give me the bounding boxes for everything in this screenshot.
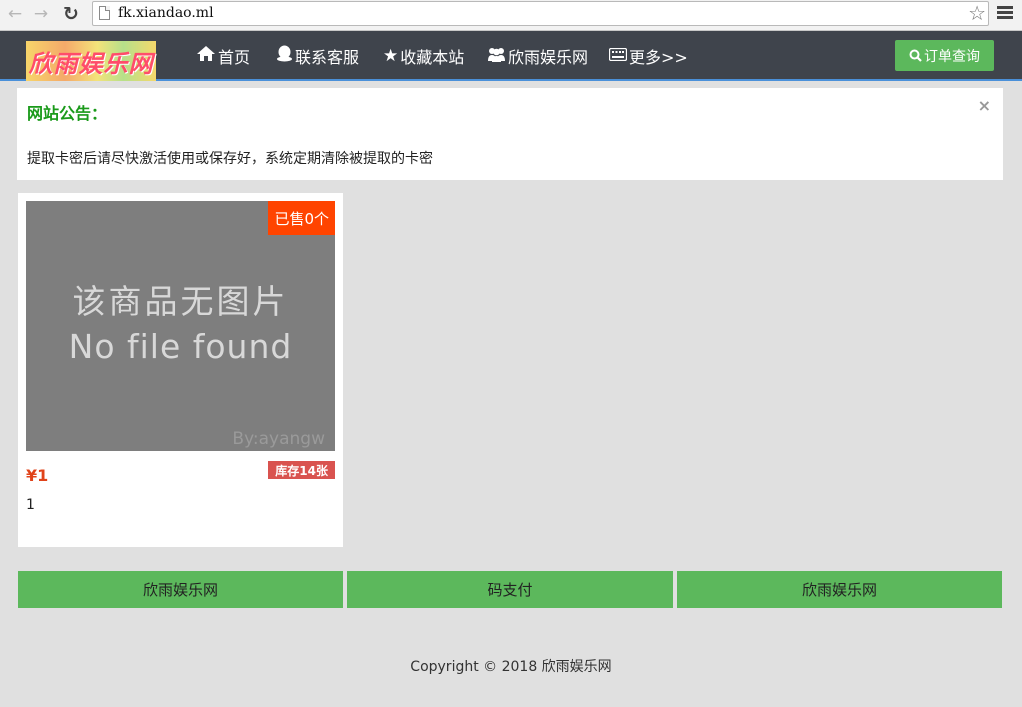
order-query-label: 订单查询 [924,48,980,65]
browser-menu-icon[interactable] [997,6,1013,20]
logo-text: 欣雨娱乐网 [28,48,154,78]
stock-badge: 库存14张 [268,461,335,479]
footer-link-site-1[interactable]: 欣雨娱乐网 [18,571,343,608]
site-logo[interactable]: 欣雨娱乐网 [26,41,156,81]
placeholder-text-en: No file found [68,327,293,366]
announcement-title: 网站公告： [27,104,108,123]
copyright-text: Copyright © 2018 欣雨娱乐网 [410,659,612,675]
footer-link-codepay[interactable]: 码支付 [347,571,673,608]
address-bar[interactable]: fk.xiandao.ml ☆ [92,1,989,26]
page-icon [99,6,110,20]
reload-icon[interactable]: ↻ [60,3,82,25]
star-icon: ★ [383,46,399,66]
nav-item-label: 更多>> [629,48,688,67]
users-icon [487,46,506,67]
product-card[interactable]: 该商品无图片 No file found By:ayangw 已售0个 ¥1 库… [18,193,343,547]
forward-arrow-icon[interactable]: → [30,3,52,25]
search-icon [909,49,922,62]
product-price: ¥1 [26,466,49,485]
qq-penguin-icon [276,45,293,67]
url-text[interactable]: fk.xiandao.ml [118,5,214,21]
bookmark-star-icon[interactable]: ☆ [968,2,986,24]
home-icon [196,45,216,67]
nav-item-label: 首页 [218,48,251,67]
nav-item-label: 欣雨娱乐网 [508,48,589,67]
site-navbar: 欣雨娱乐网 首页 联系客服 ★ 收藏本站 欣雨娱乐网 更多>> 订单查询 [0,31,1022,81]
footer-link-site-2[interactable]: 欣雨娱乐网 [677,571,1002,608]
order-query-button[interactable]: 订单查询 [895,40,994,71]
announcement-panel: 网站公告： × 提取卡密后请尽快激活使用或保存好，系统定期清除被提取的卡密 [17,88,1003,180]
placeholder-text-cn: 该商品无图片 [72,282,289,321]
nav-item-home[interactable]: 首页 [196,41,250,71]
product-name[interactable]: 1 [26,497,35,513]
nav-item-favorite[interactable]: ★ 收藏本站 [383,41,464,71]
browser-toolbar: ← → ↻ fk.xiandao.ml ☆ [0,0,1022,31]
announcement-text: 提取卡密后请尽快激活使用或保存好，系统定期清除被提取的卡密 [27,151,433,167]
keyboard-icon [608,46,628,66]
product-image-placeholder[interactable]: 该商品无图片 No file found By:ayangw 已售0个 [26,201,335,451]
close-icon[interactable]: × [978,96,991,115]
nav-item-site[interactable]: 欣雨娱乐网 [487,41,588,71]
nav-item-more[interactable]: 更多>> [608,41,688,71]
nav-item-contact[interactable]: 联系客服 [276,41,359,71]
nav-item-label: 联系客服 [295,48,360,67]
nav-item-label: 收藏本站 [400,48,465,67]
back-arrow-icon[interactable]: ← [4,3,26,25]
placeholder-watermark: By:ayangw [232,429,325,449]
sold-count-badge: 已售0个 [268,201,335,235]
